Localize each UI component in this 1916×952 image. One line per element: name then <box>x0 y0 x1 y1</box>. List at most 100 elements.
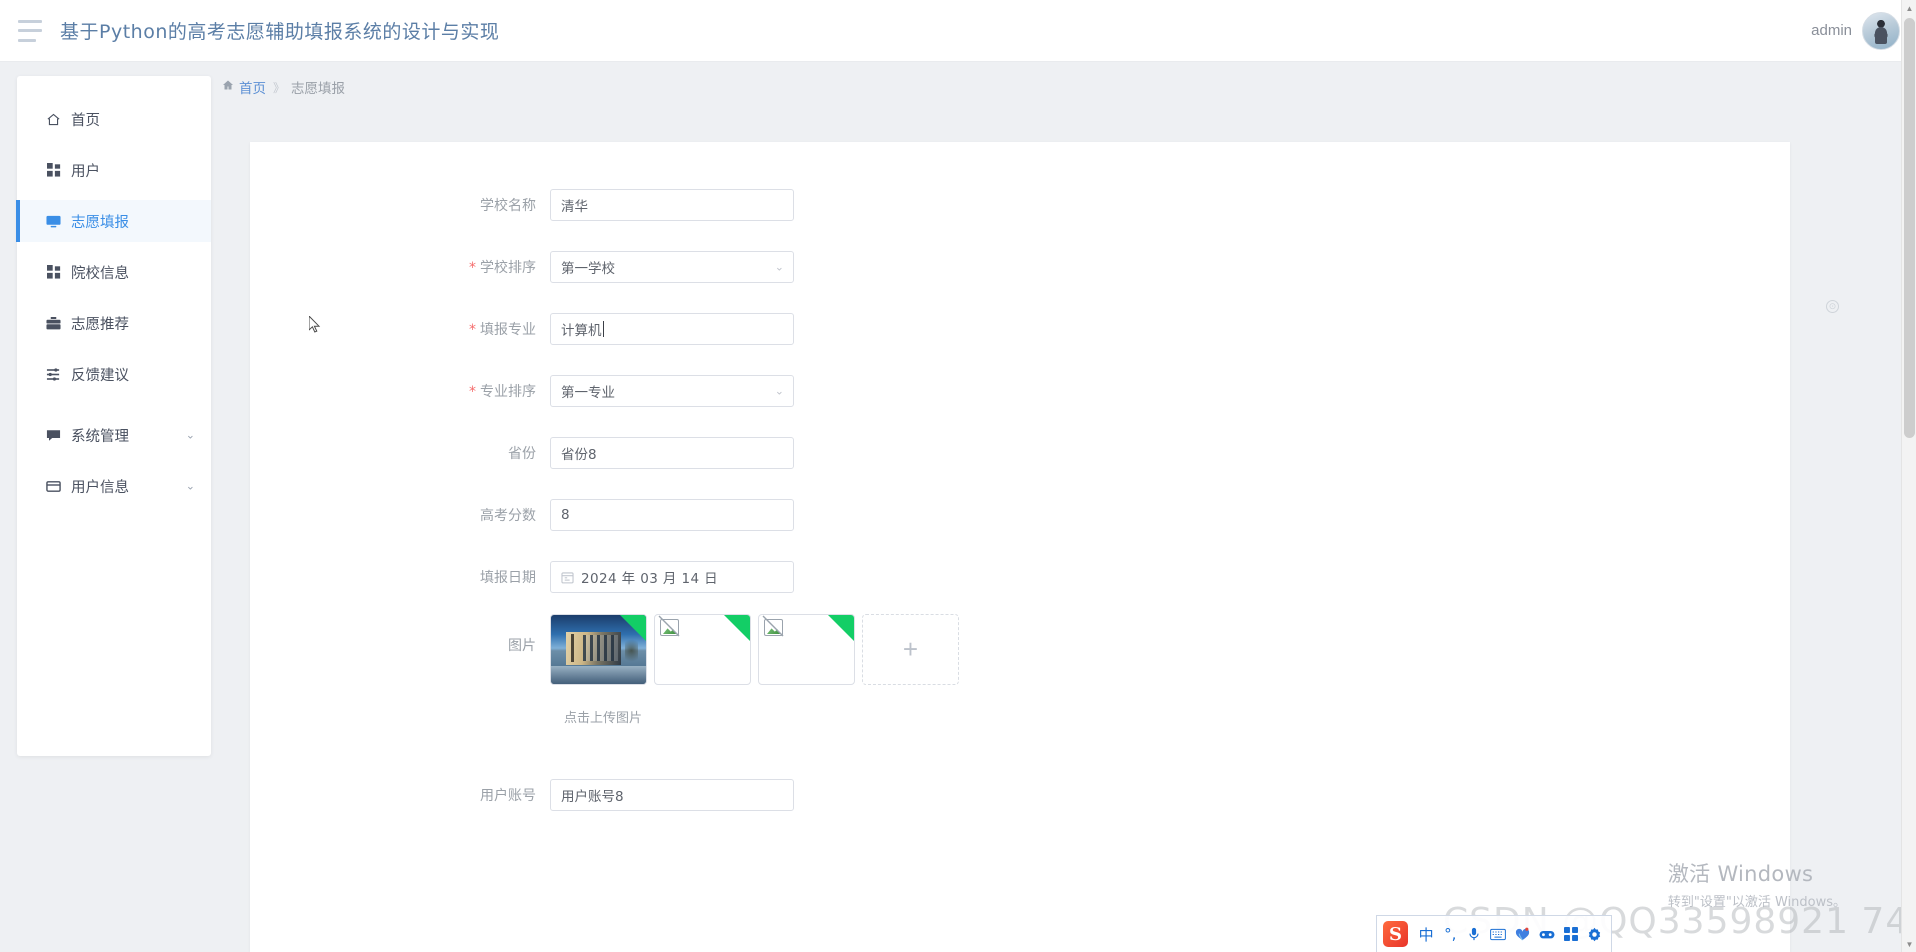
card-icon <box>45 478 62 495</box>
chevron-down-icon[interactable]: ⌄ <box>186 429 195 442</box>
required-marker: * <box>469 384 476 400</box>
required-marker: * <box>469 322 476 338</box>
school-name-input[interactable]: 清华 <box>550 189 794 221</box>
field-value: 省份8 <box>561 447 597 463</box>
app-title: 基于Python的高考志愿辅助填报系统的设计与实现 <box>60 21 500 43</box>
sidebar-item-system-management[interactable]: 系统管理 ⌄ <box>17 414 211 456</box>
app-root: 基于Python的高考志愿辅助填报系统的设计与实现 admin 首页 用户 志愿… <box>0 0 1916 952</box>
sidebar-item-label: 用户 <box>71 163 100 180</box>
calendar-icon <box>561 571 574 584</box>
form-row-province: 省份 省份8 <box>250 422 1790 484</box>
hamburger-icon[interactable] <box>18 19 44 42</box>
top-bar: 基于Python的高考志愿辅助填报系统的设计与实现 admin <box>0 0 1916 62</box>
breadcrumb-home[interactable]: 首页 <box>222 77 266 97</box>
thumb-photo-reflection <box>551 666 646 684</box>
sidebar-item-label: 志愿推荐 <box>71 316 129 333</box>
scroll-up-arrow[interactable]: ▲ <box>1902 0 1916 16</box>
form-row-school-order: * 学校排序 第一学校 ⌄ <box>250 236 1790 298</box>
volunteer-form: 学校名称 清华 * 学校排序 第一学校 ⌄ * 填报专业 计算机 * 专业排序 … <box>250 142 1790 826</box>
form-row-exam-score: 高考分数 8 <box>250 484 1790 546</box>
emoji-icon[interactable] <box>1511 921 1535 947</box>
username-label: admin <box>1811 22 1852 39</box>
settings-gear-icon[interactable] <box>1583 921 1607 947</box>
ime-toolbar: S 中 °, <box>1376 915 1612 952</box>
major-order-select[interactable]: 第一专业 ⌄ <box>550 375 794 407</box>
sidebar-item-label: 系统管理 <box>71 428 129 445</box>
form-row-major: * 填报专业 计算机 <box>250 298 1790 360</box>
sidebar-item-volunteer-fill[interactable]: 志愿填报 <box>16 200 211 242</box>
form-row-images: 图片 + <box>250 608 1790 685</box>
content-area: 首页 》 志愿填报 学校名称 清华 * 学校排序 第一学校 ⌄ * 填报专业 计… <box>211 62 1901 952</box>
field-value: 第一学校 <box>561 261 615 277</box>
image-thumb[interactable] <box>654 614 751 685</box>
form-label-school-name: 学校名称 <box>480 198 536 214</box>
uploaded-check-corner <box>724 615 750 641</box>
keyboard-icon[interactable] <box>1486 921 1510 947</box>
form-label-fill-date: 填报日期 <box>480 570 536 586</box>
page-scrollbar[interactable]: ▲ ▼ <box>1901 0 1916 952</box>
hamburger-line <box>18 38 36 42</box>
sidebar-item-users[interactable]: 用户 <box>17 149 211 191</box>
form-label-major: * 填报专业 <box>250 319 550 339</box>
sidebar-item-volunteer-recommend[interactable]: 志愿推荐 <box>17 302 211 344</box>
game-controller-icon[interactable] <box>1535 921 1559 947</box>
breadcrumb-home-label: 首页 <box>239 81 266 97</box>
form-label-images: 图片 <box>508 638 536 654</box>
grid-icon <box>45 264 62 281</box>
form-row-school-name: 学校名称 清华 <box>250 174 1790 236</box>
form-row-fill-date: 填报日期 2024 年 03 月 14 日 <box>250 546 1790 608</box>
image-thumb-list: + <box>550 608 959 685</box>
field-value: 2024 年 03 月 14 日 <box>581 571 719 587</box>
chevron-down-icon: ⌄ <box>774 260 784 274</box>
sidebar-item-user-info[interactable]: 用户信息 ⌄ <box>17 465 211 507</box>
form-row-user-account: 用户账号 用户账号8 <box>250 764 1790 826</box>
microphone-icon[interactable] <box>1462 921 1486 947</box>
chat-icon <box>45 427 62 444</box>
briefcase-icon <box>45 315 62 332</box>
avatar[interactable] <box>1862 11 1900 50</box>
windows-activation-title: 激活 Windows <box>1667 862 1814 886</box>
breadcrumb-separator: 》 <box>273 80 285 95</box>
label-text: 填报专业 <box>480 322 536 338</box>
chevron-down-icon[interactable]: ⌄ <box>186 480 195 493</box>
sidebar-item-college-info[interactable]: 院校信息 <box>17 251 211 293</box>
sidebar-item-feedback[interactable]: 反馈建议 <box>17 353 211 395</box>
form-label-major-order: * 专业排序 <box>250 381 550 401</box>
uploaded-check-corner <box>828 615 854 641</box>
sidebar-item-label: 院校信息 <box>71 265 129 282</box>
fill-date-input[interactable]: 2024 年 03 月 14 日 <box>550 561 794 593</box>
school-order-select[interactable]: 第一学校 ⌄ <box>550 251 794 283</box>
image-thumb[interactable] <box>758 614 855 685</box>
broken-image-slash <box>762 615 784 637</box>
monitor-icon <box>45 213 62 230</box>
sidebar-item-label: 首页 <box>71 112 100 129</box>
home-icon <box>222 79 234 95</box>
chevron-down-icon: ⌄ <box>774 384 784 398</box>
scroll-thumb[interactable] <box>1904 18 1915 438</box>
ime-chinese-icon[interactable]: 中 <box>1414 921 1438 947</box>
sogou-ime-logo[interactable]: S <box>1383 921 1409 947</box>
grid-icon <box>45 162 62 179</box>
ime-punctuation-icon[interactable]: °, <box>1438 921 1462 947</box>
image-thumb[interactable] <box>550 614 647 685</box>
label-text: 专业排序 <box>480 384 536 400</box>
sidebar: 首页 用户 志愿填报 院校信息 志愿推荐 反馈建议 系统管理 ⌄ 用户信息 ⌄ <box>16 76 211 756</box>
apps-grid-icon[interactable] <box>1559 921 1583 947</box>
province-input[interactable]: 省份8 <box>550 437 794 469</box>
float-help-icon[interactable]: ⊙ <box>1826 300 1839 313</box>
add-image-button[interactable]: + <box>862 614 959 685</box>
broken-image-slash <box>658 615 680 637</box>
major-input[interactable]: 计算机 <box>550 313 794 345</box>
topbar-user-area: admin <box>1811 11 1900 50</box>
sidebar-item-label: 志愿填报 <box>71 214 129 231</box>
sidebar-item-label: 用户信息 <box>71 479 129 496</box>
scroll-down-arrow[interactable]: ▼ <box>1902 936 1916 952</box>
form-row-major-order: * 专业排序 第一专业 ⌄ <box>250 360 1790 422</box>
user-account-input[interactable]: 用户账号8 <box>550 779 794 811</box>
breadcrumb-current: 志愿填报 <box>291 81 346 97</box>
required-marker: * <box>469 260 476 276</box>
exam-score-input[interactable]: 8 <box>550 499 794 531</box>
form-label-user-account: 用户账号 <box>480 788 536 804</box>
sidebar-item-home[interactable]: 首页 <box>17 98 211 140</box>
home-icon <box>45 111 62 128</box>
